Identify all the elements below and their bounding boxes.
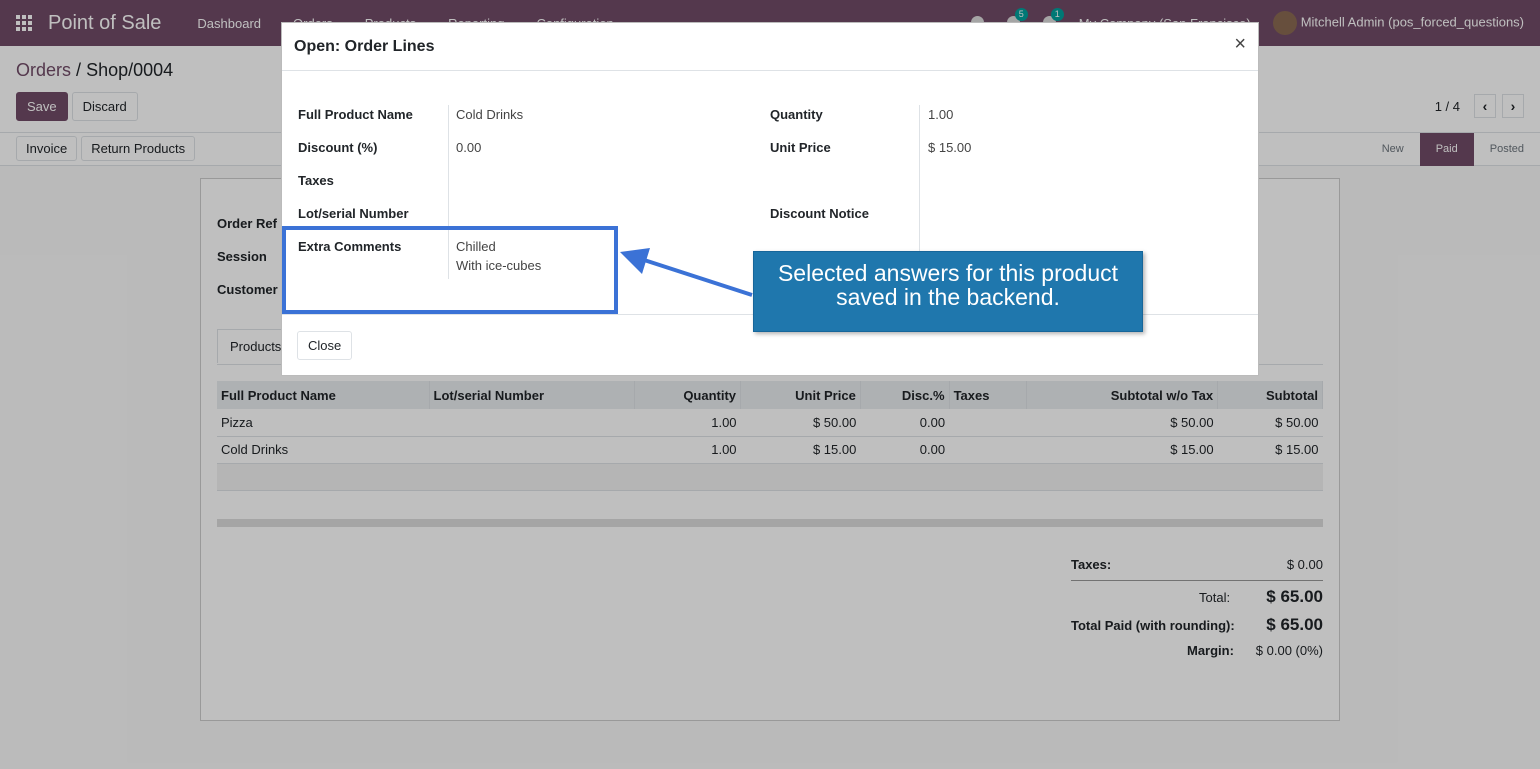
annotation-callout: Selected answers for this product saved … — [753, 251, 1143, 332]
callout-line-1: Selected answers for this product — [777, 260, 1119, 286]
dialog-title: Open: Order Lines — [294, 38, 435, 55]
dialog-header: Open: Order Lines × — [282, 23, 1258, 71]
discount-notice-label: Discount Notice — [770, 206, 869, 221]
discount-label: Discount (%) — [298, 140, 378, 155]
quantity-value: 1.00 — [928, 107, 954, 122]
annotation-arrow-icon — [620, 248, 753, 297]
unit-price-label: Unit Price — [770, 140, 831, 155]
quantity-label: Quantity — [770, 107, 823, 122]
product-name-value: Cold Drinks — [456, 107, 524, 122]
product-name-label: Full Product Name — [298, 107, 413, 122]
close-icon[interactable]: × — [1234, 33, 1246, 56]
lot-serial-label: Lot/serial Number — [298, 206, 409, 221]
callout-line-2: saved in the backend. — [836, 284, 1060, 310]
unit-price-value: $ 15.00 — [928, 140, 972, 155]
discount-value: 0.00 — [456, 140, 482, 155]
close-button[interactable]: Close — [297, 331, 353, 360]
taxes-label: Taxes — [298, 173, 334, 188]
annotation-highlight-box — [282, 226, 618, 314]
